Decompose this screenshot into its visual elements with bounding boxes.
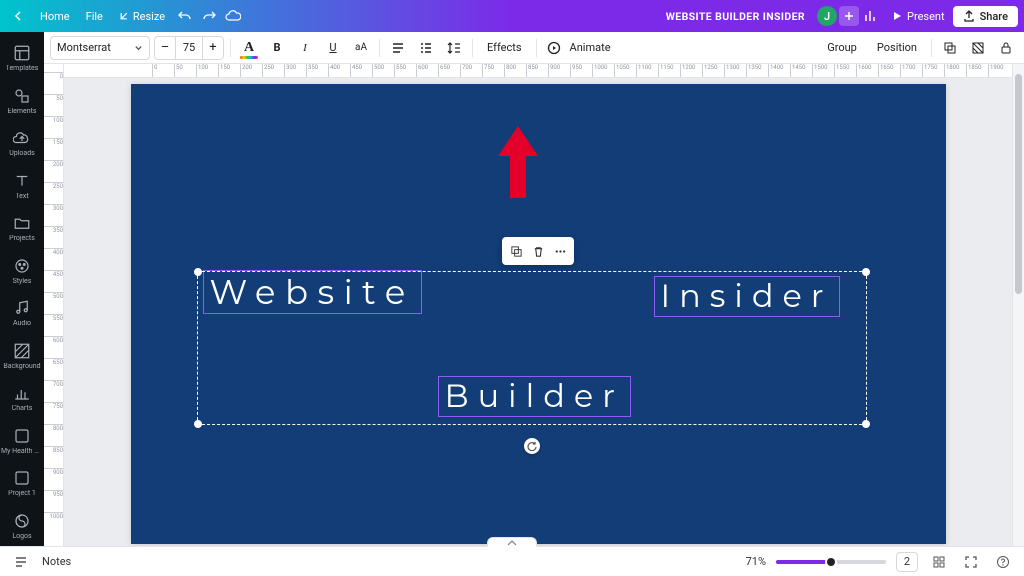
selection-box[interactable]	[197, 271, 867, 425]
undo-button[interactable]	[173, 4, 197, 28]
font-picker[interactable]: Montserrat	[50, 36, 150, 60]
delete-button[interactable]	[528, 241, 548, 261]
duplicate-button[interactable]	[506, 241, 526, 261]
zoom-value: 71%	[746, 555, 766, 568]
avatar[interactable]: J	[817, 6, 837, 26]
footer: Notes 71% 2	[0, 546, 1024, 576]
animate-button[interactable]: Animate	[543, 36, 615, 60]
add-member-button[interactable]	[839, 6, 859, 26]
lock-button[interactable]	[994, 36, 1018, 60]
canvas-area[interactable]: Website Insider Builder	[64, 78, 1012, 546]
share-label: Share	[980, 10, 1008, 23]
more-button[interactable]	[550, 241, 570, 261]
cloud-save-icon[interactable]	[221, 4, 245, 28]
sidebar-item-templates[interactable]: Templates	[0, 38, 44, 79]
sidebar-item-uploads[interactable]: Uploads	[0, 123, 44, 164]
share-button[interactable]: Share	[953, 6, 1018, 27]
page-count[interactable]: 2	[896, 552, 918, 572]
copy-style-button[interactable]	[938, 36, 962, 60]
rotate-handle[interactable]	[524, 438, 540, 454]
floating-toolbar	[502, 237, 574, 265]
resize-button[interactable]: Resize	[111, 6, 173, 27]
font-size-value[interactable]: 75	[175, 37, 203, 59]
sidebar-item-charts[interactable]: Charts	[0, 378, 44, 419]
text-toolbar: Montserrat – 75 + A B I U aA Effects	[44, 32, 1024, 64]
font-size-plus[interactable]: +	[203, 37, 223, 59]
back-button[interactable]	[6, 7, 32, 25]
grid-view-button[interactable]	[928, 551, 950, 573]
text-color-button[interactable]: A	[237, 36, 261, 60]
file-label: File	[86, 10, 103, 23]
top-bar: Home File Resize WEBSITE BUILDER INSIDER…	[0, 0, 1024, 32]
scrollbar-thumb[interactable]	[1015, 74, 1022, 294]
group-button[interactable]: Group	[819, 36, 865, 60]
resize-handle-se[interactable]	[862, 420, 870, 428]
document-title[interactable]: WEBSITE BUILDER INSIDER	[666, 10, 805, 23]
list-button[interactable]	[414, 36, 438, 60]
font-size-minus[interactable]: –	[155, 37, 175, 59]
resize-handle-ne[interactable]	[862, 268, 870, 276]
notes-label[interactable]: Notes	[42, 555, 71, 568]
sidebar-item-projects[interactable]: Projects	[0, 208, 44, 249]
position-button[interactable]: Position	[869, 36, 925, 60]
align-button[interactable]	[386, 36, 410, 60]
font-size-stepper[interactable]: – 75 +	[154, 36, 224, 60]
sidebar-item-audio[interactable]: Audio	[0, 293, 44, 334]
page[interactable]: Website Insider Builder	[131, 84, 946, 544]
redo-button[interactable]	[197, 4, 221, 28]
resize-handle-sw[interactable]	[194, 420, 202, 428]
bold-button[interactable]: B	[265, 36, 289, 60]
effects-button[interactable]: Effects	[479, 36, 530, 60]
case-button[interactable]: aA	[349, 36, 373, 60]
transparency-button[interactable]	[966, 36, 990, 60]
sidebar-item-project1[interactable]: Project 1	[0, 463, 44, 504]
sidebar-item-text[interactable]: Text	[0, 166, 44, 207]
notes-icon[interactable]	[10, 551, 32, 573]
horizontal-ruler: 0501001502002503003504004505005506006507…	[64, 64, 1012, 78]
sidebar-item-logos[interactable]: Logos	[0, 506, 44, 547]
spacing-button[interactable]	[442, 36, 466, 60]
sidebar-item-elements[interactable]: Elements	[0, 81, 44, 122]
resize-label: Resize	[133, 10, 165, 23]
zoom-slider[interactable]	[776, 560, 886, 564]
file-button[interactable]: File	[78, 6, 111, 27]
vertical-scrollbar[interactable]	[1012, 64, 1024, 546]
fullscreen-button[interactable]	[960, 551, 982, 573]
vertical-ruler: 0501001502002503003504004505005506006507…	[44, 64, 64, 546]
insights-button[interactable]	[859, 4, 883, 28]
italic-button[interactable]: I	[293, 36, 317, 60]
home-label: Home	[40, 10, 70, 23]
help-button[interactable]	[992, 551, 1014, 573]
present-label: Present	[907, 10, 945, 23]
home-button[interactable]: Home	[32, 6, 78, 27]
present-button[interactable]: Present	[883, 6, 953, 27]
resize-handle-nw[interactable]	[194, 268, 202, 276]
sidebar-item-myhealth[interactable]: My Health C…	[0, 421, 44, 462]
sidebar-item-background[interactable]: Background	[0, 336, 44, 377]
sidebar: Templates Elements Uploads Text Projects…	[0, 32, 44, 546]
underline-button[interactable]: U	[321, 36, 345, 60]
page-panel-pull[interactable]	[487, 537, 537, 547]
zoom-thumb[interactable]	[825, 556, 837, 568]
sidebar-item-styles[interactable]: Styles	[0, 251, 44, 292]
